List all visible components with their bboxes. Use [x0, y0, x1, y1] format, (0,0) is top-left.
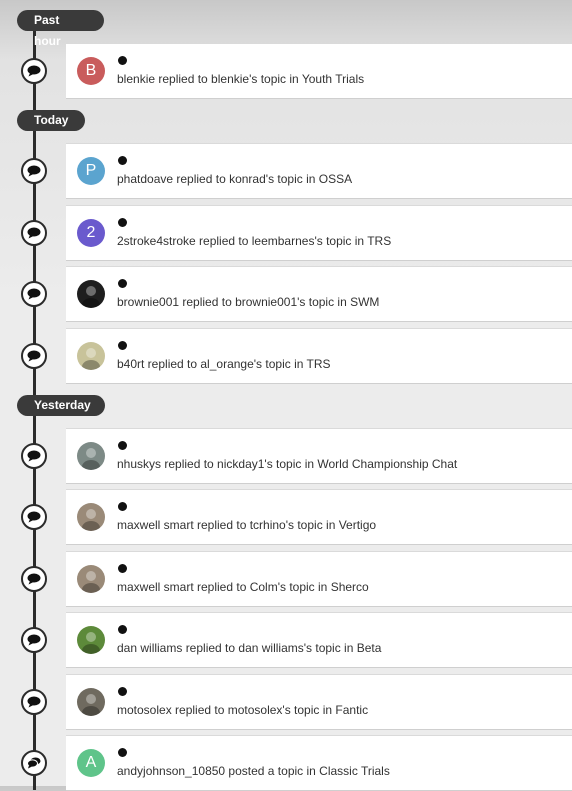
- unread-indicator: [118, 564, 127, 573]
- stream-item[interactable]: motosolex replied to motosolex's topic i…: [0, 674, 572, 730]
- stream-item[interactable]: Bblenkie replied to blenkie's topic in Y…: [0, 43, 572, 99]
- avatar[interactable]: P: [77, 157, 105, 185]
- unread-indicator: [118, 748, 127, 757]
- avatar-photo: [82, 694, 100, 716]
- avatar-photo: [82, 632, 100, 654]
- avatar-photo: [82, 348, 100, 370]
- activity-card[interactable]: motosolex replied to motosolex's topic i…: [66, 674, 572, 730]
- stream-item[interactable]: Aandyjohnson_10850 posted a topic in Cla…: [0, 735, 572, 791]
- activity-text[interactable]: motosolex replied to motosolex's topic i…: [117, 703, 368, 717]
- comment-icon: [21, 281, 47, 307]
- group-header: Yesterday: [17, 394, 105, 416]
- activity-card[interactable]: nhuskys replied to nickday1's topic in W…: [66, 428, 572, 484]
- comment-icon: [21, 443, 47, 469]
- stream-item[interactable]: maxwell smart replied to Colm's topic in…: [0, 551, 572, 607]
- comment-icon: [21, 689, 47, 715]
- avatar[interactable]: A: [77, 749, 105, 777]
- stream-item[interactable]: brownie001 replied to brownie001's topic…: [0, 266, 572, 322]
- stream-item[interactable]: nhuskys replied to nickday1's topic in W…: [0, 428, 572, 484]
- unread-indicator: [118, 56, 127, 65]
- activity-text[interactable]: andyjohnson_10850 posted a topic in Clas…: [117, 764, 390, 778]
- stream-item[interactable]: 2 2stroke4stroke replied to leembarnes's …: [0, 205, 572, 261]
- activity-card[interactable]: dan williams replied to dan williams's t…: [66, 612, 572, 668]
- activity-text[interactable]: maxwell smart replied to tcrhino's topic…: [117, 518, 376, 532]
- avatar[interactable]: [77, 503, 105, 531]
- avatar[interactable]: [77, 626, 105, 654]
- activity-card[interactable]: 2 2stroke4stroke replied to leembarnes's …: [66, 205, 572, 261]
- activity-card[interactable]: brownie001 replied to brownie001's topic…: [66, 266, 572, 322]
- comment-icon: [21, 627, 47, 653]
- group-header: Today: [17, 110, 85, 131]
- activity-text[interactable]: blenkie replied to blenkie's topic in Yo…: [117, 72, 364, 86]
- avatar[interactable]: [77, 442, 105, 470]
- activity-card[interactable]: Bblenkie replied to blenkie's topic in Y…: [66, 43, 572, 99]
- avatar[interactable]: B: [77, 57, 105, 85]
- unread-indicator: [118, 502, 127, 511]
- avatar-letter: A: [85, 754, 97, 771]
- stream-item[interactable]: Pphatdoave replied to konrad's topic in …: [0, 143, 572, 199]
- avatar-letter: P: [85, 162, 97, 179]
- avatar-photo: [82, 448, 100, 470]
- avatar-photo: [82, 286, 100, 308]
- comment-icon: [21, 58, 47, 84]
- comment-icon: [21, 504, 47, 530]
- avatar-letter: B: [85, 62, 97, 79]
- comment-icon: [21, 158, 47, 184]
- unread-indicator: [118, 625, 127, 634]
- activity-text[interactable]: dan williams replied to dan williams's t…: [117, 641, 381, 655]
- comment-icon: [21, 220, 47, 246]
- avatar[interactable]: [77, 342, 105, 370]
- avatar-letter: 2: [86, 224, 96, 241]
- unread-indicator: [118, 441, 127, 450]
- stream-item[interactable]: maxwell smart replied to tcrhino's topic…: [0, 489, 572, 545]
- unread-indicator: [118, 156, 127, 165]
- avatar[interactable]: 2: [77, 219, 105, 247]
- comment-icon: [21, 343, 47, 369]
- group-header: Past hour: [17, 10, 104, 48]
- activity-text[interactable]: brownie001 replied to brownie001's topic…: [117, 295, 379, 309]
- unread-indicator: [118, 279, 127, 288]
- activity-card[interactable]: b40rt replied to al_orange's topic in TR…: [66, 328, 572, 384]
- activity-card[interactable]: maxwell smart replied to tcrhino's topic…: [66, 489, 572, 545]
- activity-text[interactable]: b40rt replied to al_orange's topic in TR…: [117, 357, 331, 371]
- activity-text[interactable]: 2stroke4stroke replied to leembarnes's t…: [117, 234, 391, 248]
- activity-text[interactable]: nhuskys replied to nickday1's topic in W…: [117, 457, 457, 471]
- activity-card[interactable]: maxwell smart replied to Colm's topic in…: [66, 551, 572, 607]
- unread-indicator: [118, 341, 127, 350]
- avatar[interactable]: [77, 688, 105, 716]
- avatar[interactable]: [77, 565, 105, 593]
- unread-indicator: [118, 218, 127, 227]
- activity-text[interactable]: maxwell smart replied to Colm's topic in…: [117, 580, 369, 594]
- avatar[interactable]: [77, 280, 105, 308]
- stream-item[interactable]: dan williams replied to dan williams's t…: [0, 612, 572, 668]
- stream-item[interactable]: b40rt replied to al_orange's topic in TR…: [0, 328, 572, 384]
- activity-card[interactable]: Pphatdoave replied to konrad's topic in …: [66, 143, 572, 199]
- avatar-photo: [82, 571, 100, 593]
- unread-indicator: [118, 687, 127, 696]
- comment-icon: [21, 566, 47, 592]
- activity-text[interactable]: phatdoave replied to konrad's topic in O…: [117, 172, 352, 186]
- avatar-photo: [82, 509, 100, 531]
- comments-icon: [21, 750, 47, 776]
- activity-card[interactable]: Aandyjohnson_10850 posted a topic in Cla…: [66, 735, 572, 791]
